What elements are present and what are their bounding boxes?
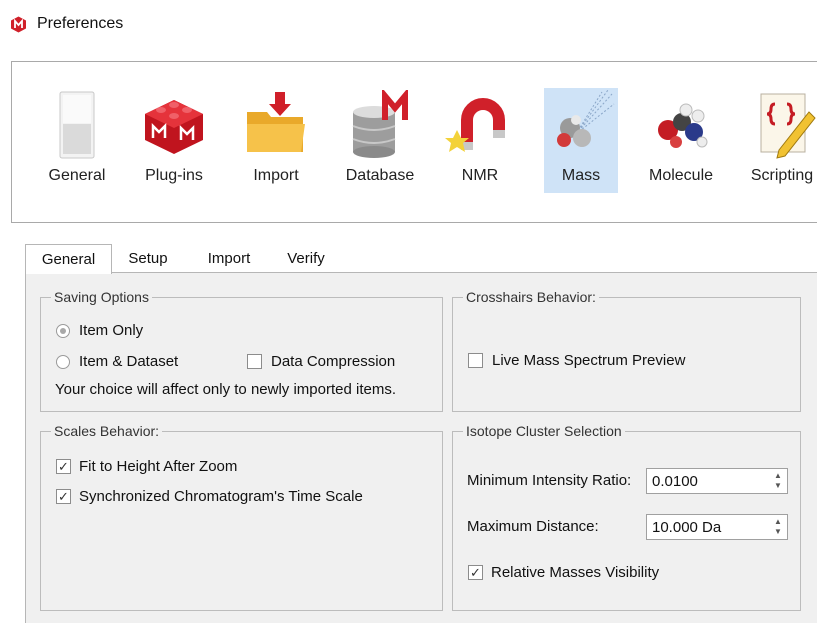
category-database[interactable]: Database — [335, 88, 425, 193]
item-dataset-radio[interactable] — [56, 355, 70, 369]
script-scroll-icon — [760, 93, 816, 159]
general-tab-panel: Saving Options Item Only Item & Dataset … — [25, 272, 817, 623]
molecule-icon — [658, 103, 708, 148]
sync-time-checkbox[interactable]: ✓ — [56, 489, 71, 504]
folder-import-icon — [247, 92, 305, 152]
saving-options-group: Saving Options Item Only Item & Dataset … — [40, 288, 443, 412]
group-legend: Crosshairs Behavior: — [463, 288, 599, 306]
category-general[interactable]: General — [37, 88, 117, 193]
magnet-icon — [445, 98, 505, 152]
relative-masses-label[interactable]: Relative Masses Visibility — [491, 564, 659, 582]
category-scripting[interactable]: Scripting — [745, 88, 817, 193]
relative-masses-checkbox[interactable]: ✓ — [468, 565, 483, 580]
category-mass[interactable]: Mass — [544, 88, 618, 193]
item-only-radio[interactable] — [56, 324, 70, 338]
group-legend: Isotope Cluster Selection — [463, 422, 625, 440]
sync-time-label[interactable]: Synchronized Chromatogram's Time Scale — [79, 488, 363, 506]
max-distance-spinbox[interactable]: 10.000 Da ▲ ▼ — [646, 514, 788, 540]
category-label: Scripting — [750, 167, 814, 184]
category-label: Import — [253, 167, 299, 184]
spin-arrows-icon[interactable]: ▲ ▼ — [773, 517, 783, 537]
isotope-cluster-group: Isotope Cluster Selection Minimum Intens… — [452, 422, 801, 611]
mass-spec-icon — [557, 90, 615, 147]
category-label: Database — [345, 167, 415, 184]
min-intensity-spinbox[interactable]: 0.0100 ▲ ▼ — [646, 468, 788, 494]
min-intensity-value[interactable]: 0.0100 — [652, 473, 698, 490]
category-label: Plug-ins — [145, 167, 203, 184]
category-nmr[interactable]: NMR — [445, 88, 515, 193]
item-dataset-label[interactable]: Item & Dataset — [79, 353, 178, 371]
category-import[interactable]: Import — [236, 88, 316, 193]
tab-general[interactable]: General — [25, 244, 112, 274]
window-title: Preferences — [37, 15, 124, 32]
fit-height-label[interactable]: Fit to Height After Zoom — [79, 458, 237, 476]
app-logo-icon — [11, 16, 26, 33]
category-plugins[interactable]: Plug-ins — [134, 88, 214, 193]
crosshairs-behavior-group: Crosshairs Behavior: Live Mass Spectrum … — [452, 288, 801, 412]
category-label: Molecule — [648, 167, 714, 184]
category-label: General — [48, 167, 106, 184]
category-label: Mass — [561, 167, 601, 184]
category-label: NMR — [461, 167, 499, 184]
saving-note: Your choice will affect only to newly im… — [55, 381, 396, 398]
tab-verify[interactable]: Verify — [277, 246, 335, 274]
spin-arrows-icon[interactable]: ▲ ▼ — [773, 471, 783, 491]
title-bar: Preferences — [0, 0, 817, 48]
scales-behavior-group: Scales Behavior: ✓ Fit to Height After Z… — [40, 422, 443, 611]
group-legend: Scales Behavior: — [51, 422, 163, 440]
fit-height-checkbox[interactable]: ✓ — [56, 459, 71, 474]
group-legend: Saving Options — [51, 288, 152, 306]
category-molecule[interactable]: Molecule — [638, 88, 724, 193]
tab-import[interactable]: Import — [195, 246, 263, 274]
live-preview-checkbox[interactable] — [468, 353, 483, 368]
item-only-label[interactable]: Item Only — [79, 322, 143, 340]
max-distance-value[interactable]: 10.000 Da — [652, 519, 721, 536]
data-compression-label[interactable]: Data Compression — [271, 353, 395, 371]
data-compression-checkbox[interactable] — [247, 354, 262, 369]
database-icon — [352, 90, 408, 158]
live-preview-label[interactable]: Live Mass Spectrum Preview — [492, 352, 685, 370]
category-toolbar: General Plug-ins Import Database NMR Mas… — [11, 61, 817, 223]
max-distance-label: Maximum Distance: — [467, 518, 599, 535]
toggle-switch-icon — [59, 91, 95, 159]
tab-setup[interactable]: Setup — [117, 246, 179, 274]
min-intensity-label: Minimum Intensity Ratio: — [467, 472, 632, 489]
plugin-brick-icon — [145, 100, 203, 154]
